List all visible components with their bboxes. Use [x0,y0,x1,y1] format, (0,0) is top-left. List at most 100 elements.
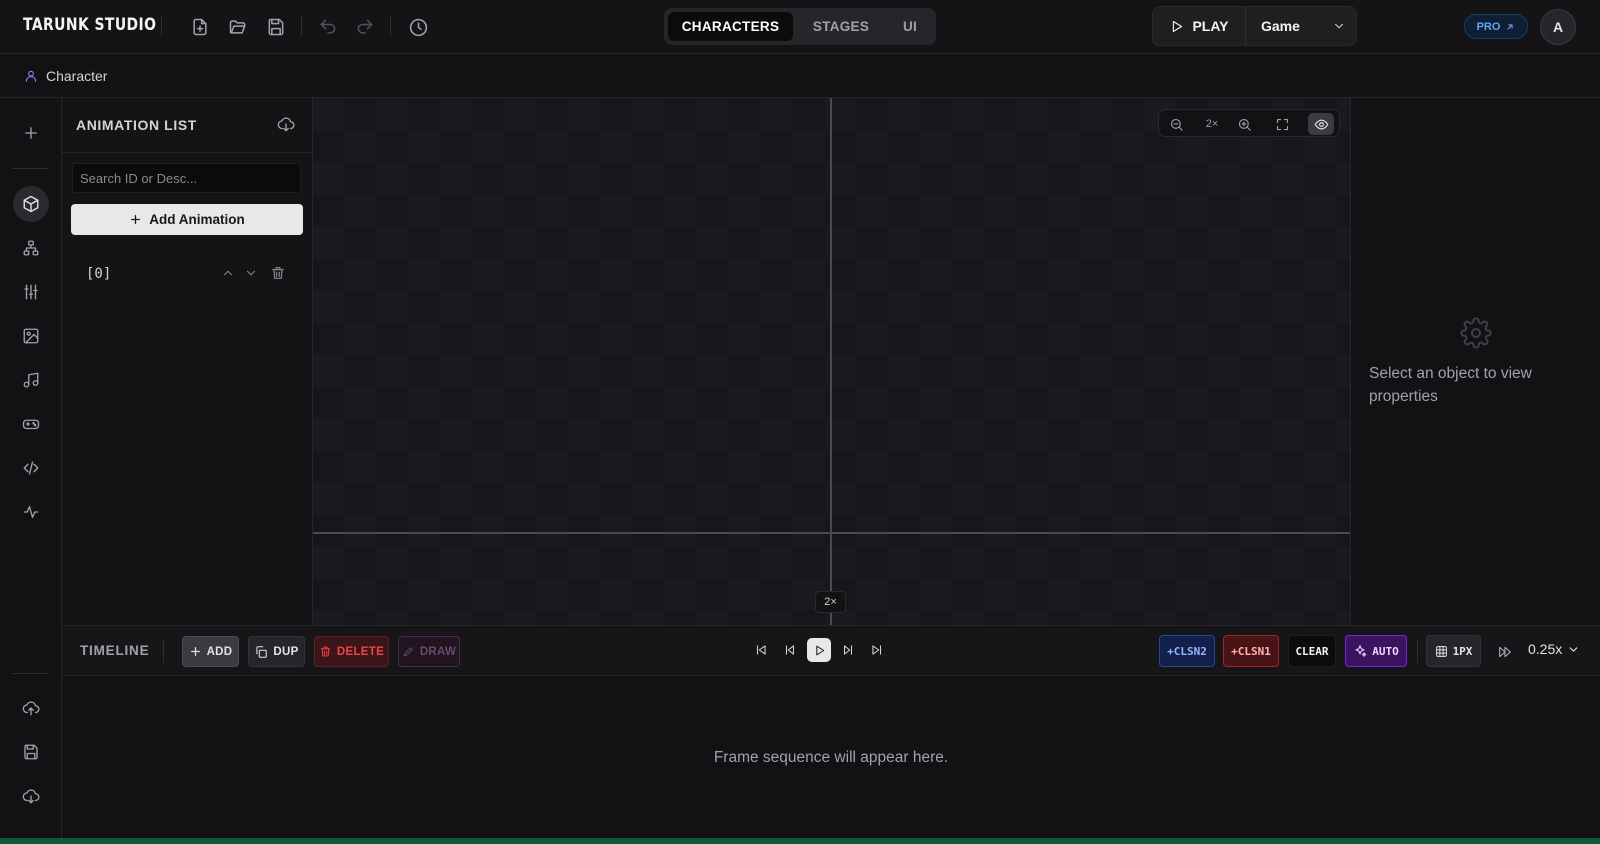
sidebar-divider [12,168,48,169]
breadcrumb-label: Character [46,68,108,84]
stage-canvas[interactable]: 2× 2× [313,98,1350,625]
sidebar-item-controls[interactable] [13,406,49,442]
properties-empty-hint: Select an object to view properties [1369,365,1532,405]
list-item[interactable]: [0] [62,258,313,292]
sidebar-item-code[interactable] [13,450,49,486]
frame-sequence-area[interactable]: Frame sequence will appear here. [62,676,1600,838]
play-button[interactable]: PLAY [1153,7,1246,45]
grid-icon [1435,645,1447,657]
play-pause-button[interactable] [807,638,831,662]
clear-collisions-button[interactable]: CLEAR [1288,635,1336,667]
avatar[interactable]: A [1540,9,1576,45]
next-frame-button[interactable] [836,638,860,662]
tab-characters[interactable]: CHARACTERS [668,12,793,41]
pro-badge[interactable]: PRO [1464,14,1528,39]
trash-icon[interactable] [270,265,286,281]
sidebar-save-button[interactable] [13,734,49,770]
play-icon [1173,20,1183,32]
grid-size-button[interactable]: 1PX [1426,635,1481,667]
add-animation-button[interactable]: Add Animation [71,204,303,235]
auto-collisions-button[interactable]: AUTO [1345,635,1407,667]
sidebar-divider [12,673,48,674]
sidebar-item-hierarchy[interactable] [13,230,49,266]
play-icon [815,645,824,655]
cloud-download-icon [22,789,40,804]
add-clsn1-button[interactable]: +CLSN1 [1223,635,1279,667]
tab-ui[interactable]: UI [889,12,931,41]
chevron-down-icon [1334,23,1344,29]
cloud-upload-icon [22,701,40,716]
play-group: PLAY Game [1152,6,1357,46]
music-icon [23,372,39,388]
skip-to-end-icon [872,645,882,655]
tab-stages[interactable]: STAGES [797,12,885,41]
chevron-down-icon [1569,646,1578,652]
open-folder-button[interactable] [226,15,250,39]
new-file-button[interactable] [188,15,212,39]
status-stripe [0,838,1600,844]
sidebar-item-activity[interactable] [13,494,49,530]
step-back-icon [785,645,795,655]
redo-button[interactable] [353,15,377,39]
chevron-down-icon[interactable] [244,266,258,280]
chevron-up-icon[interactable] [221,266,235,280]
sidebar-upload-button[interactable] [13,690,49,726]
vertical-axis [830,98,832,625]
fit-screen-button[interactable] [1271,113,1293,135]
maximize-icon [1276,118,1288,130]
add-animation-label: Add Animation [149,212,245,227]
add-frame-button[interactable]: ADD [182,636,239,667]
undo-icon [320,19,336,34]
user-icon [25,70,37,82]
timeline-toolbar: TIMELINE ADD DUP DELETE DRAW +CLSN2 +CLS… [62,625,1600,676]
add-frame-label: ADD [206,645,233,658]
undo-button[interactable] [316,15,340,39]
draw-button[interactable]: DRAW [398,636,460,667]
sliders-icon [24,284,38,300]
animation-list-panel: ANIMATION LIST Add Animation [0] [62,98,313,625]
cloud-download-icon[interactable] [277,115,295,133]
gear-icon [1460,317,1492,349]
first-frame-button[interactable] [749,638,773,662]
breadcrumb[interactable]: Character [24,68,107,84]
toolbar-divider [1417,639,1418,663]
delete-frame-button[interactable]: DELETE [314,636,389,667]
sparkles-icon [1355,645,1367,657]
zoom-in-icon [1238,118,1251,131]
history-button[interactable] [406,15,430,39]
save-icon [24,744,38,760]
target-select[interactable]: Game [1246,7,1356,45]
top-toolbar: TARUNK STUDIO CHARACTERS STAGES UI PLAY … [0,0,1600,54]
pro-label: PRO [1476,20,1501,33]
timeline-title: TIMELINE [80,643,150,658]
toolbar-divider [163,639,164,663]
sidebar-item-audio[interactable] [13,362,49,398]
sidebar-item-images[interactable] [13,318,49,354]
add-clsn2-button[interactable]: +CLSN2 [1159,635,1215,667]
step-forward-icon [843,645,853,655]
copy-icon [256,645,268,658]
plus-icon [25,127,37,139]
sidebar-item-objects[interactable] [13,186,49,222]
visibility-toggle[interactable] [1308,113,1334,135]
animation-search-input[interactable] [72,163,301,193]
image-icon [23,328,39,344]
duplicate-frame-button[interactable]: DUP [248,636,305,667]
sidebar-add-button[interactable] [13,115,49,151]
previous-frame-button[interactable] [778,638,802,662]
cube-icon [23,195,39,213]
activity-icon [23,506,39,518]
plus-icon [131,215,141,224]
app-brand: TARUNK STUDIO [23,15,157,35]
last-frame-button[interactable] [865,638,889,662]
sidebar-item-settings[interactable] [13,274,49,310]
animation-item-label: [0] [86,266,112,282]
draw-label: DRAW [419,645,457,658]
playback-speed-select[interactable]: 0.25x [1528,641,1580,657]
auto-collisions-label: AUTO [1372,644,1399,658]
save-button[interactable] [264,15,288,39]
trash-icon [320,646,331,657]
sidebar-download-button[interactable] [13,778,49,814]
zoom-out-button[interactable] [1165,113,1187,135]
zoom-in-button[interactable] [1233,113,1255,135]
